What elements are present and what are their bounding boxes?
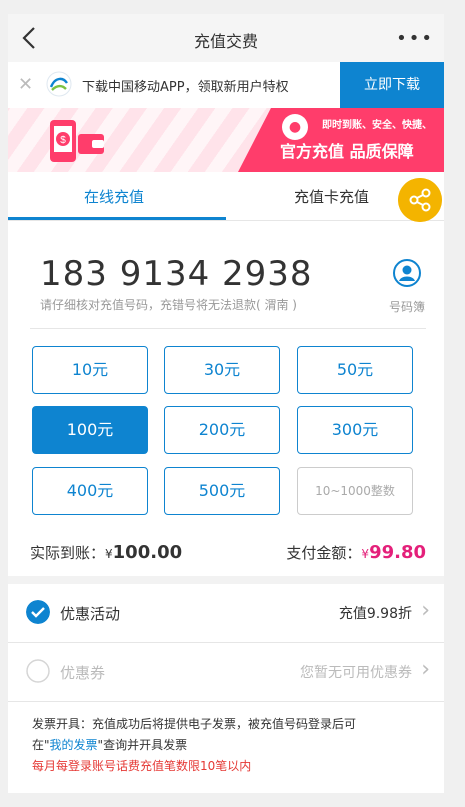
close-icon[interactable]: ✕ — [18, 76, 33, 94]
recharge-page: 充值交费 ••• ✕ 下载中国移动APP，领取新用户特权 立即下载 $ ● 即时… — [8, 14, 444, 793]
contacts-button[interactable]: 号码簿 — [382, 258, 432, 315]
promo-subtitle: 即时到账、安全、快捷、 — [322, 120, 432, 131]
promotion-label: 优惠活动 — [60, 605, 121, 623]
contacts-icon — [393, 259, 421, 287]
coupon-row[interactable]: 优惠券 您暂无可用优惠券 › — [8, 643, 444, 702]
payment-amount-label: 支付金额： — [286, 544, 362, 562]
actual-arrival-value: 100.00 — [112, 542, 183, 563]
tab-card-recharge[interactable]: 充值卡充值 — [294, 186, 369, 207]
tab-online-recharge[interactable]: 在线充值 — [84, 186, 144, 207]
recharge-limit-note: 每月每登录账号话费充值笔数限10笔以内 — [32, 759, 252, 773]
amount-option-10[interactable]: 10元 — [32, 346, 148, 394]
app-banner-text: 下载中国移动APP，领取新用户特权 — [82, 80, 289, 95]
section-gap — [8, 576, 444, 584]
amount-option-50[interactable]: 50元 — [297, 346, 413, 394]
recharge-tabs: 在线充值 充值卡充值 — [8, 172, 444, 221]
chevron-right-icon: › — [421, 598, 430, 623]
pay-currency: ¥ — [361, 547, 370, 561]
page-title: 充值交费 — [193, 32, 258, 51]
coupon-value: 您暂无可用优惠券 — [300, 665, 412, 681]
share-icon[interactable] — [398, 178, 442, 222]
checked-circle-icon[interactable] — [26, 600, 50, 624]
amount-option-200[interactable]: 200元 — [164, 406, 280, 454]
coupon-label: 优惠券 — [60, 664, 106, 682]
amount-option-300[interactable]: 300元 — [297, 406, 413, 454]
my-invoice-link[interactable]: 我的发票 — [50, 738, 98, 752]
invoice-note-prefix: 在" — [32, 738, 50, 752]
amount-option-30[interactable]: 30元 — [164, 346, 280, 394]
arrival-currency: ¥ — [105, 547, 113, 561]
actual-arrival-label: 实际到账： — [30, 544, 106, 562]
invoice-note-line-2: 在"我的发票"查询并开具发票 — [32, 735, 426, 756]
chevron-right-icon: › — [421, 657, 430, 682]
china-mobile-logo-icon — [46, 71, 72, 97]
actual-arrival: 实际到账：¥100.00 — [30, 542, 182, 563]
app-download-banner: ✕ 下载中国移动APP，领取新用户特权 立即下载 — [8, 62, 444, 109]
payment-amount-value: 99.80 — [369, 542, 426, 563]
promo-banner[interactable]: $ ● 即时到账、安全、快捷、 官方充值 品质保障 — [8, 108, 444, 172]
top-nav-bar: 充值交费 ••• — [8, 14, 444, 63]
invoice-notes: 发票开具：充值成功后将提供电子发票，被充值号码登录后可 在"我的发票"查询并开具… — [32, 714, 426, 777]
svg-text:$: $ — [60, 135, 66, 146]
promotion-value: 充值9.98折 — [338, 606, 412, 622]
mascot-icon: ● — [282, 114, 308, 140]
amount-option-400[interactable]: 400元 — [32, 467, 148, 515]
promo-headline: 官方充值 品质保障 — [280, 142, 414, 161]
unchecked-circle-icon[interactable] — [26, 659, 50, 683]
promotion-row[interactable]: 优惠活动 充值9.98折 › — [8, 584, 444, 643]
phone-wallet-illustration-icon: $ — [50, 120, 104, 162]
phone-number-hint: 请仔细核对充值号码，充错号将无法退款( 渭南 ) — [40, 298, 297, 312]
more-menu-icon[interactable]: ••• — [396, 28, 434, 49]
payment-amount: 支付金额：¥99.80 — [286, 542, 426, 563]
custom-amount-input[interactable]: 10~1000整数 — [297, 467, 413, 515]
active-tab-indicator — [8, 217, 226, 220]
phone-number-input[interactable]: 183 9134 2938 — [40, 254, 313, 294]
amount-option-100[interactable]: 100元 — [32, 406, 148, 454]
amount-option-500[interactable]: 500元 — [164, 467, 280, 515]
download-app-button[interactable]: 立即下载 — [340, 62, 444, 108]
contacts-label: 号码簿 — [388, 300, 425, 314]
divider — [30, 328, 426, 329]
invoice-note-line-1: 发票开具：充值成功后将提供电子发票，被充值号码登录后可 — [32, 717, 357, 731]
invoice-note-suffix: "查询并开具发票 — [97, 738, 188, 752]
